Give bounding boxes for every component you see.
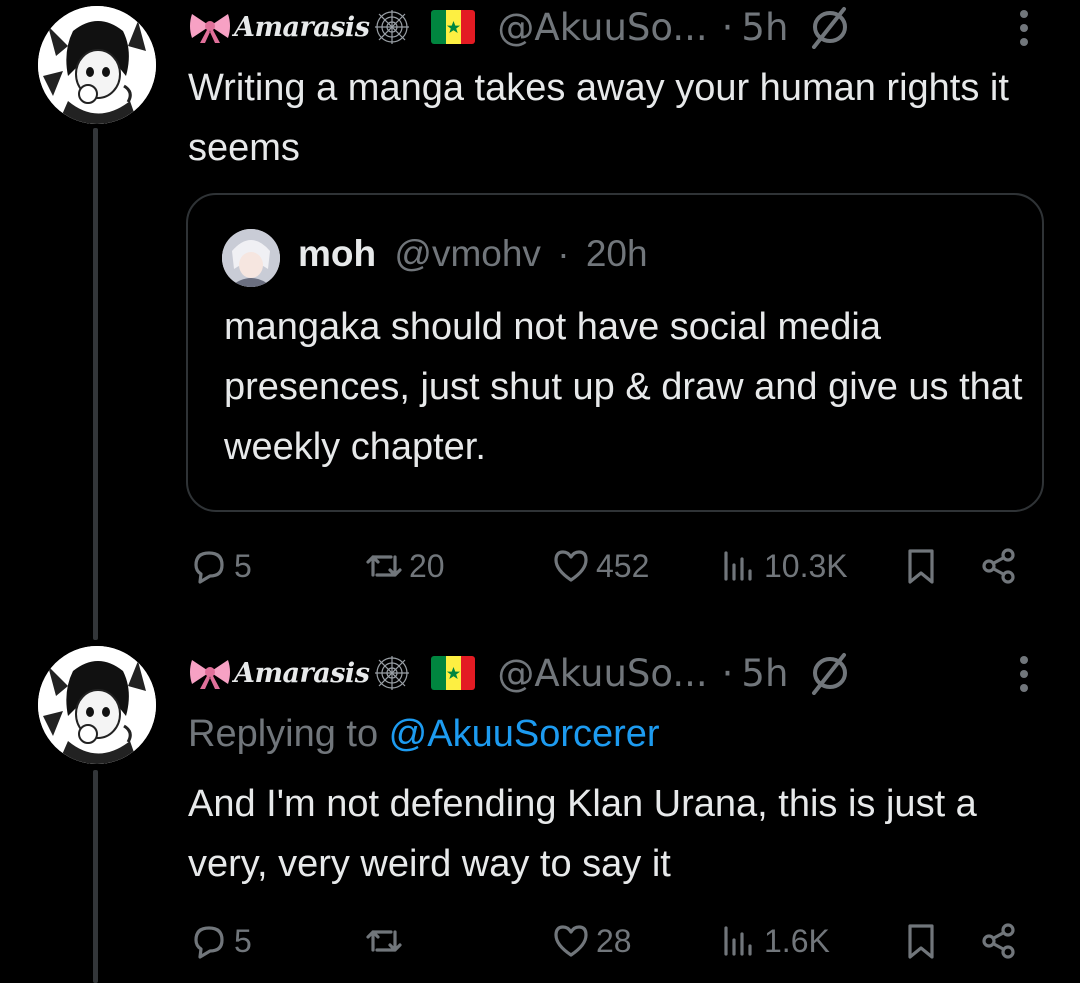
replying-to: Replying to @AkuuSorcerer: [188, 705, 660, 763]
spiderweb-icon: [375, 10, 410, 44]
bookmark-icon: [908, 924, 934, 959]
avatar[interactable]: [38, 6, 156, 124]
thread-line: [93, 770, 98, 983]
ghost-icon: [812, 653, 848, 695]
user-handle[interactable]: @AkuuSo...: [497, 6, 707, 49]
spiderweb-icon: [375, 656, 410, 690]
timestamp[interactable]: 5h: [741, 652, 788, 695]
timestamp[interactable]: 5h: [741, 6, 788, 49]
reply-button[interactable]: 5: [188, 541, 252, 591]
tweet-text: And I'm not defending Klan Urana, this i…: [188, 783, 977, 885]
share-icon: [982, 548, 1015, 584]
views-icon: [724, 551, 752, 581]
quoted-header: moh @vmohv · 20h: [298, 233, 648, 275]
user-handle[interactable]: @AkuuSo...: [497, 652, 707, 695]
more-icon[interactable]: [1016, 6, 1032, 50]
like-icon: [554, 925, 588, 957]
quoted-tweet[interactable]: moh @vmohv · 20h mangaka should not have…: [186, 193, 1044, 512]
bookmark-button[interactable]: [900, 916, 942, 966]
views-icon: [724, 926, 752, 956]
tweet-header: Amarasis @AkuuSo... · 5h: [188, 2, 852, 52]
like-icon: [554, 550, 588, 582]
tweet-header: Amarasis @AkuuSo... · 5h: [188, 648, 852, 698]
mention-link[interactable]: @AkuuSorcerer: [389, 713, 660, 755]
avatar-image: [38, 6, 156, 124]
separator: ·: [721, 5, 734, 49]
separator: ·: [721, 651, 734, 695]
senegal-flag-icon: [431, 10, 476, 44]
like-button[interactable]: 28: [550, 916, 632, 966]
share-icon: [982, 923, 1015, 959]
repost-button[interactable]: [363, 916, 409, 966]
quoted-name[interactable]: moh: [298, 233, 376, 274]
quoted-avatar: [222, 229, 280, 287]
views-button[interactable]: 1.6K: [718, 916, 830, 966]
quoted-timestamp[interactable]: 20h: [586, 233, 648, 274]
view-count: 1.6K: [764, 922, 830, 959]
bookmark-icon: [908, 549, 934, 584]
avatar[interactable]: [38, 646, 156, 764]
reply-icon: [194, 926, 224, 959]
thread-line: [93, 128, 98, 640]
quoted-text: mangaka should not have social media pre…: [224, 306, 1023, 468]
reply-icon: [194, 551, 224, 584]
like-count: 452: [596, 547, 650, 584]
reply-button[interactable]: 5: [188, 916, 252, 966]
repost-count: 20: [409, 547, 445, 584]
quoted-handle[interactable]: @vmohv: [394, 233, 541, 274]
replying-label: Replying to: [188, 713, 389, 755]
like-button[interactable]: 452: [550, 541, 649, 591]
share-button[interactable]: [978, 916, 1020, 966]
senegal-flag-icon: [431, 656, 476, 690]
display-name[interactable]: Amarasis: [234, 658, 370, 689]
bookmark-button[interactable]: [900, 541, 942, 591]
more-icon[interactable]: [1016, 652, 1032, 696]
separator: ·: [557, 233, 570, 274]
tweet-text: Writing a manga takes away your human ri…: [188, 67, 1009, 169]
repost-icon: [366, 930, 402, 952]
ghost-icon: [812, 7, 848, 49]
reply-count: 5: [234, 547, 252, 584]
avatar-image: [38, 646, 156, 764]
action-bar: 5 20 452 10.3K: [188, 541, 1040, 591]
reply-count: 5: [234, 922, 252, 959]
view-count: 10.3K: [764, 547, 848, 584]
views-button[interactable]: 10.3K: [718, 541, 848, 591]
action-bar: 5 28 1.6K: [188, 916, 1040, 966]
bow-icon: [190, 660, 230, 689]
repost-icon: [366, 555, 402, 577]
display-name[interactable]: Amarasis: [234, 12, 370, 43]
repost-button[interactable]: 20: [363, 541, 445, 591]
share-button[interactable]: [978, 541, 1020, 591]
bow-icon: [190, 14, 230, 43]
like-count: 28: [596, 922, 632, 959]
